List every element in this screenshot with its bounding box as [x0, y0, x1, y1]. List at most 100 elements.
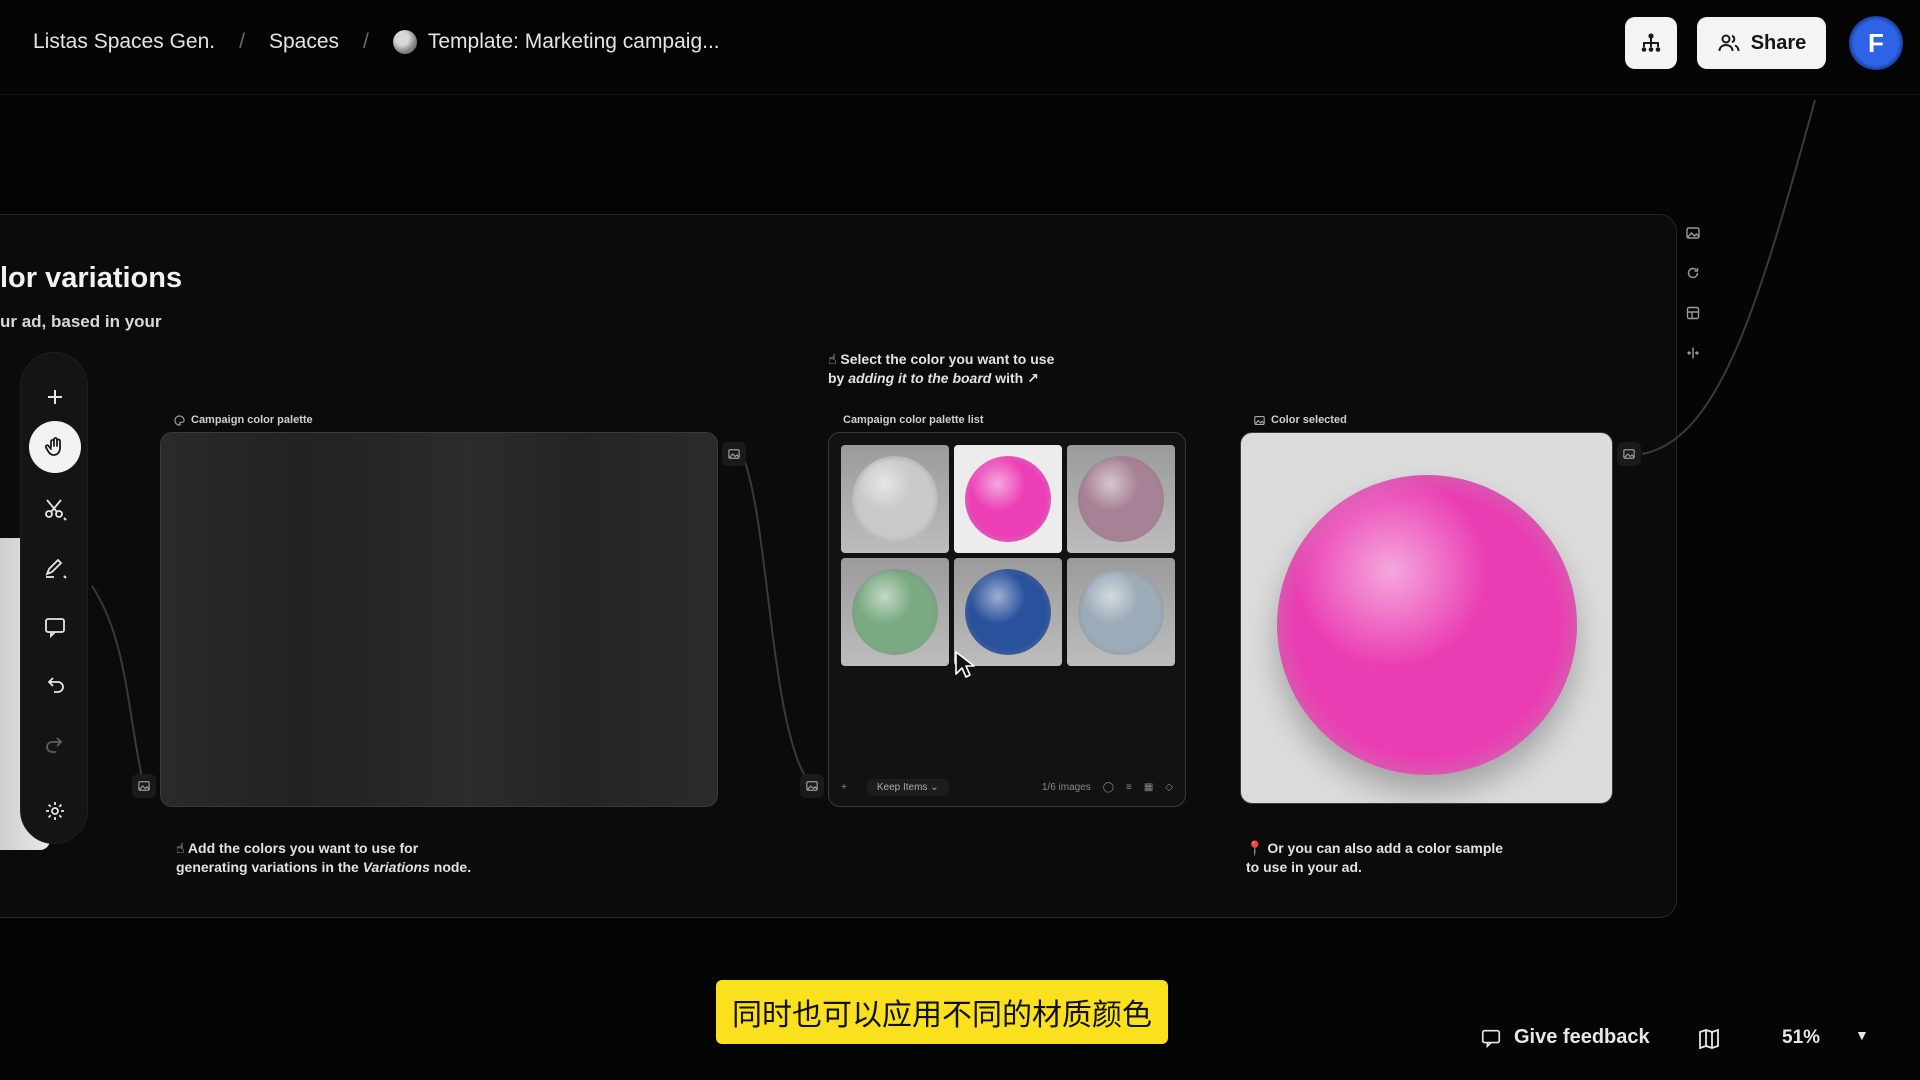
app-root: Listas Spaces Gen. / Spaces / Template: … — [0, 0, 1920, 1080]
list-input-port[interactable] — [800, 774, 824, 798]
layout-icon[interactable] — [1682, 302, 1704, 324]
hint-sample-line2: to use in your ad. — [1246, 859, 1362, 875]
image-icon — [138, 781, 150, 791]
keep-items-dropdown[interactable]: Keep Items ⌄ — [866, 778, 949, 796]
avatar-letter: F — [1868, 27, 1884, 58]
group-title: lor variations — [0, 262, 183, 294]
image-icon — [1254, 415, 1265, 425]
cut-tool-button[interactable] — [35, 489, 75, 529]
swatch-sphere-white — [852, 456, 938, 542]
add-item-icon[interactable]: + — [841, 782, 847, 793]
swatch-sphere-light-blue — [1078, 569, 1164, 655]
image-icon — [728, 449, 740, 459]
top-bar: Listas Spaces Gen. / Spaces / Template: … — [0, 0, 1920, 95]
keep-items-label: Keep Items — [876, 781, 928, 793]
redo-button[interactable] — [35, 725, 75, 765]
swatch-sphere-green — [852, 569, 938, 655]
pointing-hand-icon: ☝ — [176, 840, 185, 856]
selected-node-title: Color selected — [1271, 414, 1347, 426]
swatch-thumbnail[interactable] — [841, 558, 949, 666]
swatch-thumbnail[interactable] — [841, 445, 949, 553]
image-icon — [1623, 449, 1635, 459]
give-feedback-button[interactable]: Give feedback — [1480, 1026, 1650, 1049]
campaign-color-palette-list-node[interactable]: + Keep Items ⌄ 1/6 images ◯ ≡ ▦ ◇ — [828, 432, 1186, 807]
group-subtitle: ur ad, based in your — [0, 312, 162, 331]
video-subtitle-caption: 同时也可以应用不同的材质颜色 — [716, 980, 1168, 1044]
user-avatar[interactable]: F — [1849, 16, 1903, 70]
selected-node-label: Color selected — [1254, 414, 1347, 426]
mouse-cursor-icon — [955, 651, 975, 678]
hint-select-line1: Select the color you want to use — [840, 351, 1055, 367]
share-button[interactable]: Share — [1697, 17, 1826, 69]
canvas-toolbar — [20, 352, 88, 844]
pen-icon — [45, 558, 67, 579]
swatch-sphere-blue — [965, 569, 1051, 655]
pin-icon: 📍 — [1246, 840, 1264, 856]
swatch-sphere-pink — [965, 456, 1051, 542]
hierarchy-icon — [1641, 33, 1661, 52]
list-footer: + Keep Items ⌄ 1/6 images ◯ ≡ ▦ ◇ — [829, 774, 1185, 800]
hint-color-sample: 📍 Or you can also add a color sample to … — [1246, 839, 1503, 877]
breadcrumb-item-workspace[interactable]: Listas Spaces Gen. — [33, 30, 215, 54]
breadcrumb-item-template[interactable]: Template: Marketing campaig... — [428, 30, 720, 54]
comment-tool-button[interactable] — [35, 607, 75, 647]
palette-node-title: Campaign color palette — [191, 414, 313, 426]
hierarchy-button[interactable] — [1625, 17, 1677, 69]
hint-select-color: ☝ Select the color you want to use by ad… — [828, 350, 1054, 388]
users-icon — [1718, 34, 1740, 52]
refresh-icon[interactable] — [1682, 262, 1704, 284]
breadcrumb: Listas Spaces Gen. / Spaces / Template: … — [33, 30, 720, 54]
map-icon[interactable] — [1697, 1027, 1721, 1051]
swatch-sphere-dusty-pink — [1078, 456, 1164, 542]
draw-tool-button[interactable] — [35, 547, 75, 587]
give-feedback-label: Give feedback — [1514, 1026, 1650, 1048]
comment-icon — [45, 618, 65, 639]
hint-sample-line1: Or you can also add a color sample — [1267, 840, 1504, 856]
palette-node-label: Campaign color palette — [174, 414, 313, 426]
grid-view-icon[interactable]: ▦ — [1144, 782, 1153, 793]
plus-icon — [48, 390, 62, 404]
palette-output-port[interactable] — [722, 442, 746, 466]
color-selected-node[interactable] — [1240, 432, 1613, 804]
hint-palette-suffix: node. — [433, 859, 472, 875]
breadcrumb-separator: / — [239, 30, 245, 53]
split-icon[interactable] — [1682, 342, 1704, 364]
check-circle-icon[interactable]: ◯ — [1103, 782, 1114, 793]
breadcrumb-separator: / — [363, 30, 369, 53]
list-node-title: Campaign color palette list — [843, 414, 984, 426]
group-side-actions — [1682, 222, 1708, 382]
zoom-level[interactable]: 51% — [1782, 1027, 1820, 1049]
breadcrumb-item-spaces[interactable]: Spaces — [269, 30, 339, 54]
campaign-color-palette-node[interactable] — [160, 432, 718, 807]
image-count: 1/6 images — [1041, 781, 1091, 793]
list-view-icon[interactable]: ≡ — [1126, 782, 1132, 793]
undo-button[interactable] — [35, 665, 75, 705]
hand-icon — [44, 437, 61, 456]
space-icon — [392, 30, 417, 54]
comment-icon — [1481, 1029, 1501, 1048]
swatch-thumbnail[interactable] — [954, 445, 1062, 553]
diamond-icon[interactable]: ◇ — [1165, 782, 1173, 793]
swatch-thumbnail[interactable] — [1067, 558, 1175, 666]
pointing-hand-icon: ☝ — [828, 351, 837, 367]
gear-icon — [46, 802, 64, 820]
scissors-icon — [45, 499, 67, 521]
swatch-thumbnail[interactable] — [1067, 445, 1175, 553]
share-label: Share — [1750, 31, 1807, 54]
hint-palette-line1: Add the colors you want to use for — [187, 840, 419, 856]
selected-color-sphere — [1276, 475, 1577, 776]
add-button[interactable] — [35, 377, 75, 417]
palette-input-port[interactable] — [132, 774, 156, 798]
hint-palette-emphasis: Variations — [362, 859, 430, 875]
undo-icon — [47, 677, 64, 693]
selected-output-port[interactable] — [1617, 442, 1641, 466]
settings-button[interactable] — [35, 791, 75, 831]
hand-tool-button[interactable] — [29, 421, 81, 473]
hint-add-colors: ☝ Add the colors you want to use for gen… — [176, 839, 471, 877]
hint-select-prefix: by — [828, 370, 845, 386]
hint-palette-prefix: generating variations in the — [176, 859, 359, 875]
hint-select-suffix: with ↗ — [995, 370, 1039, 386]
image-icon[interactable] — [1682, 222, 1704, 244]
zoom-dropdown-caret-icon[interactable]: ▼ — [1855, 1027, 1869, 1043]
redo-icon — [46, 737, 63, 753]
